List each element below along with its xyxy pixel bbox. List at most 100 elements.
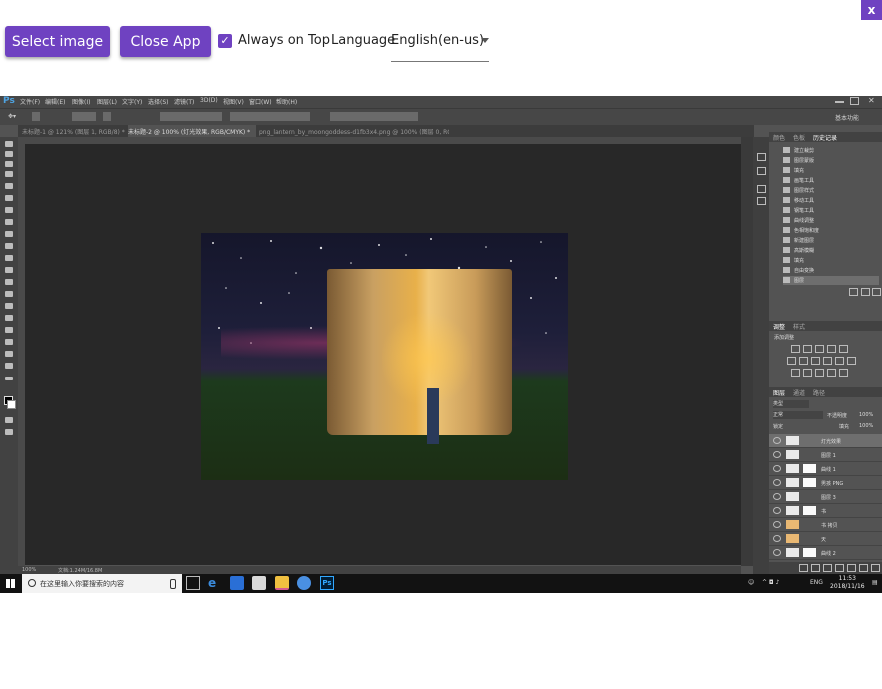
hue-saturation-icon[interactable] xyxy=(787,357,796,365)
layer-row[interactable]: 书 拷贝 xyxy=(769,518,882,532)
tab-doc-3[interactable]: png_lantern_by_moongoddess-d1fb3x4.png @… xyxy=(259,125,449,137)
close-window-icon[interactable]: ✕ xyxy=(868,96,875,105)
history-panel-icon[interactable] xyxy=(757,153,766,161)
new-snapshot-icon[interactable] xyxy=(849,288,858,296)
align-buttons[interactable] xyxy=(160,112,222,121)
color-balance-icon[interactable] xyxy=(799,357,808,365)
layer-row[interactable]: 曲线 2 xyxy=(769,546,882,560)
selective-color-icon[interactable] xyxy=(839,369,848,377)
adjustment-layer-icon[interactable] xyxy=(835,564,844,572)
threshold-icon[interactable] xyxy=(815,369,824,377)
layer-filter-kind[interactable]: 类型 xyxy=(773,400,809,408)
quick-select-tool-icon[interactable] xyxy=(5,171,13,177)
photoshop-taskbar-icon[interactable]: Ps xyxy=(320,576,334,590)
tab-layers[interactable]: 图层 xyxy=(773,388,785,397)
globe-app-icon[interactable] xyxy=(297,576,311,590)
history-item[interactable]: 移动工具 xyxy=(783,196,879,205)
history-item[interactable]: 画笔工具 xyxy=(783,176,879,185)
healing-tool-icon[interactable] xyxy=(5,207,13,213)
shopping-bag-icon[interactable] xyxy=(252,576,266,590)
move-tool-icon[interactable] xyxy=(5,141,13,147)
menu-item-select[interactable]: 选择(S) xyxy=(148,97,169,106)
menu-item-layer[interactable]: 图层(L) xyxy=(97,97,117,106)
store-app-icon[interactable] xyxy=(230,576,244,590)
color-lookup-icon[interactable] xyxy=(847,357,856,365)
menu-item-file[interactable]: 文件(F) xyxy=(20,97,40,106)
taskbar-search[interactable]: 在这里输入你要搜索的内容 xyxy=(22,574,182,593)
layer-row[interactable]: 曲线 1 xyxy=(769,462,882,476)
restore-icon[interactable] xyxy=(850,97,859,105)
vibrance-icon[interactable] xyxy=(839,345,848,353)
close-button[interactable]: x xyxy=(861,0,882,20)
gradient-map-icon[interactable] xyxy=(827,369,836,377)
history-item-selected[interactable]: 图层 xyxy=(783,276,879,285)
status-zoom[interactable]: 100% xyxy=(22,567,36,573)
folder-icon[interactable] xyxy=(847,564,856,572)
input-language[interactable]: ENG xyxy=(810,579,823,586)
task-view-icon[interactable] xyxy=(186,576,200,590)
tab-adjustments[interactable]: 调整 xyxy=(773,322,785,331)
edge-browser-icon[interactable]: e xyxy=(208,576,222,590)
lasso-tool-icon[interactable] xyxy=(5,161,13,167)
tab-styles[interactable]: 样式 xyxy=(793,322,805,331)
notifications-icon[interactable]: ▤ xyxy=(872,579,878,586)
tab-swatches[interactable]: 色板 xyxy=(793,133,805,142)
move-tool-icon[interactable]: ✥▾ xyxy=(8,113,16,120)
trash-icon[interactable] xyxy=(871,564,880,572)
eye-icon[interactable] xyxy=(773,451,781,458)
actions-panel-icon[interactable] xyxy=(757,167,766,175)
menu-item-view[interactable]: 视图(V) xyxy=(223,97,244,106)
windows-start-icon[interactable] xyxy=(6,579,15,588)
taskbar-clock[interactable]: 11:53 2018/11/16 xyxy=(830,575,865,591)
menu-item-help[interactable]: 帮助(H) xyxy=(276,97,297,106)
history-item[interactable]: 曲线调整 xyxy=(783,216,879,225)
eye-icon[interactable] xyxy=(773,521,781,528)
quick-mask-icon[interactable] xyxy=(5,417,13,423)
history-item[interactable]: 自由变换 xyxy=(783,266,879,275)
tab-doc-1[interactable]: 未标题-1 @ 121% (图层 1, RGB/8) * xyxy=(22,125,125,137)
levels-icon[interactable] xyxy=(803,345,812,353)
mask-icon[interactable] xyxy=(823,564,832,572)
hand-tool-icon[interactable] xyxy=(5,351,13,357)
tab-channels[interactable]: 通道 xyxy=(793,388,805,397)
microphone-icon[interactable] xyxy=(170,579,176,589)
opacity-value[interactable]: 100% xyxy=(859,412,873,418)
vertical-scrollbar[interactable] xyxy=(741,137,753,566)
eye-icon[interactable] xyxy=(773,465,781,472)
fill-value[interactable]: 100% xyxy=(859,423,873,429)
brush-tool-icon[interactable] xyxy=(5,219,13,225)
black-white-icon[interactable] xyxy=(811,357,820,365)
link-icon[interactable] xyxy=(799,564,808,572)
tab-doc-2[interactable]: 未标题-2 @ 100% (灯光效果, RGB/CMYK) * xyxy=(128,125,256,137)
menu-item-edit[interactable]: 编辑(E) xyxy=(45,97,65,106)
posterize-icon[interactable] xyxy=(803,369,812,377)
close-app-button[interactable]: Close App xyxy=(120,26,211,57)
select-image-button[interactable]: Select image xyxy=(5,26,110,57)
gradient-tool-icon[interactable] xyxy=(5,267,13,273)
layer-row[interactable]: 天 xyxy=(769,532,882,546)
history-item[interactable]: 填充 xyxy=(783,166,879,175)
auto-select-checkbox[interactable] xyxy=(32,112,40,121)
character-panel-icon[interactable] xyxy=(757,185,766,193)
history-item[interactable]: 新建图层 xyxy=(783,236,879,245)
blur-tool-icon[interactable] xyxy=(5,279,13,285)
photo-filter-icon[interactable] xyxy=(823,357,832,365)
new-layer-icon[interactable] xyxy=(859,564,868,572)
zoom-tool-icon[interactable] xyxy=(5,363,13,369)
tray-icons[interactable]: ^ ◘ ♪ xyxy=(762,579,779,586)
layer-row[interactable]: 灯光效果 xyxy=(769,434,882,448)
layer-row[interactable]: 图层 3 xyxy=(769,490,882,504)
file-explorer-icon[interactable] xyxy=(275,576,289,590)
people-icon[interactable]: ☺ xyxy=(748,579,754,586)
tab-paths[interactable]: 路径 xyxy=(813,388,825,397)
tab-history[interactable]: 历史记录 xyxy=(813,133,837,142)
layer-row[interactable]: 男孩 PNG xyxy=(769,476,882,490)
crop-tool-icon[interactable] xyxy=(5,183,13,189)
transform-controls-checkbox[interactable] xyxy=(103,112,111,121)
type-tool-icon[interactable] xyxy=(5,315,13,321)
menu-item-type[interactable]: 文字(Y) xyxy=(122,97,142,106)
pen-tool-icon[interactable] xyxy=(5,303,13,309)
curves-icon[interactable] xyxy=(815,345,824,353)
path-select-tool-icon[interactable] xyxy=(5,327,13,333)
eraser-tool-icon[interactable] xyxy=(5,255,13,261)
